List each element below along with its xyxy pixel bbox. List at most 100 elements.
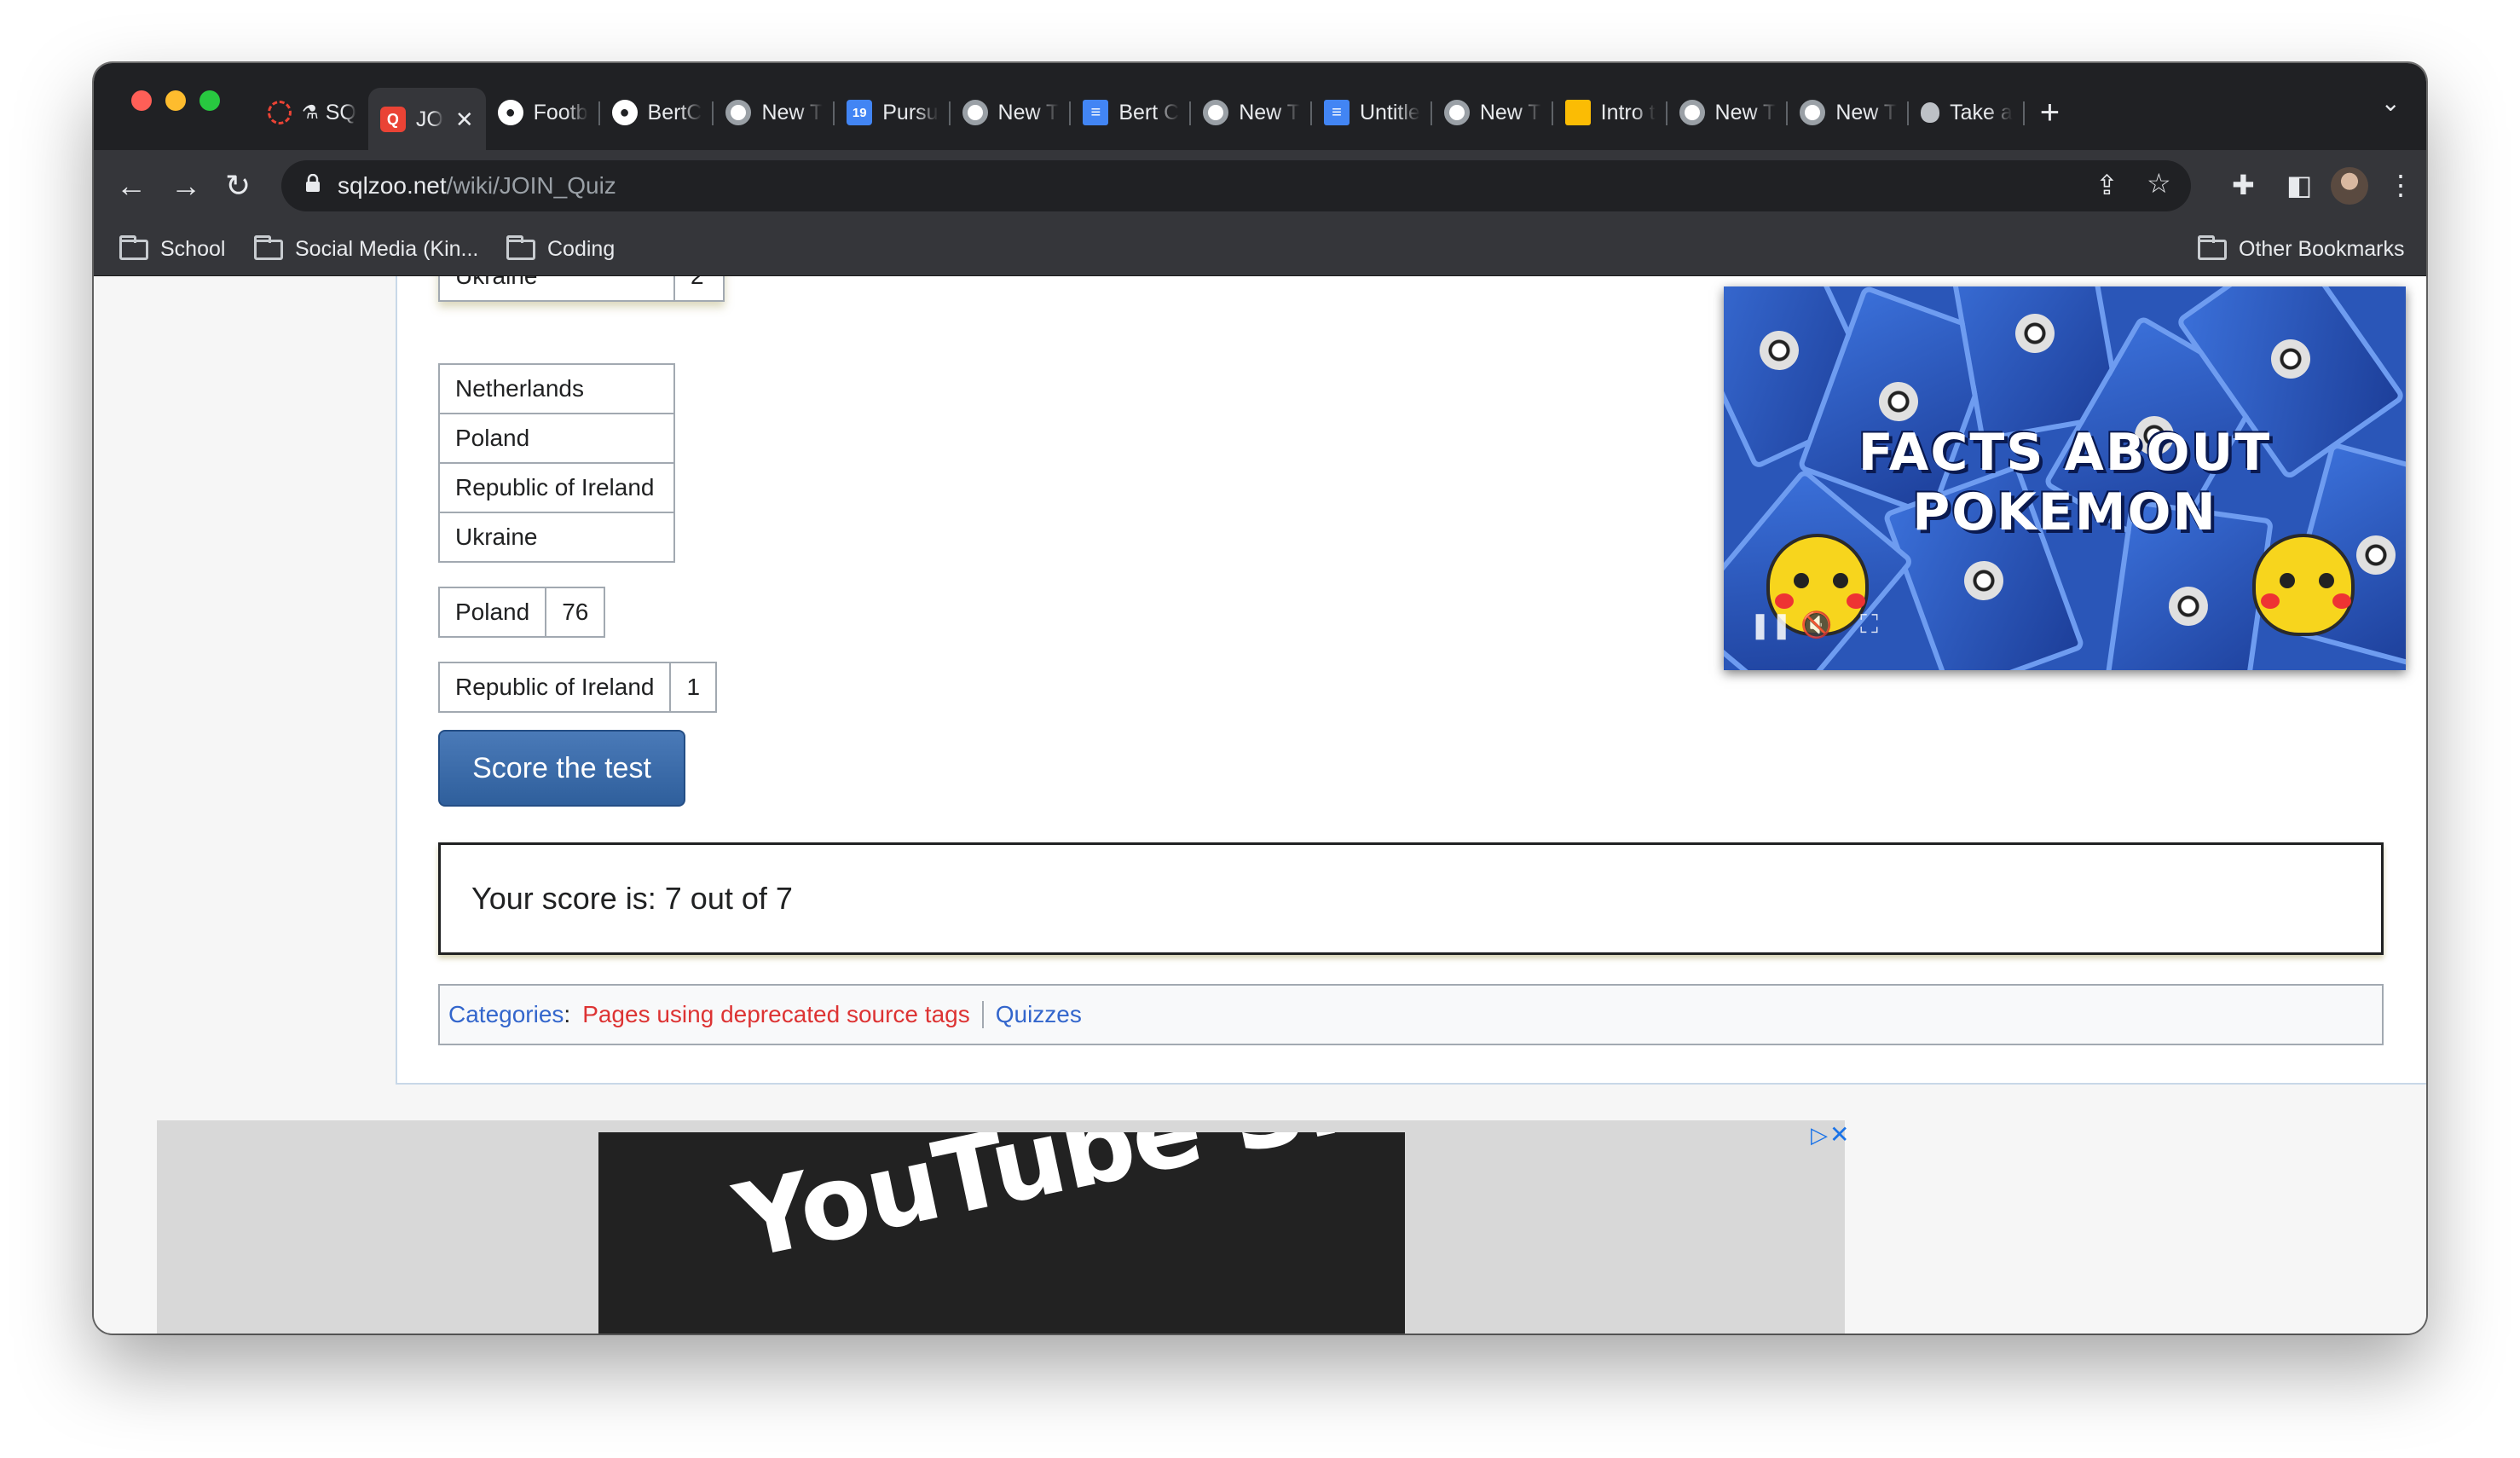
close-tab-icon[interactable]: ✕ xyxy=(455,107,474,133)
table-row: Poland xyxy=(438,413,675,464)
chrome-icon xyxy=(1679,100,1705,125)
chrome-icon xyxy=(962,100,988,125)
divider xyxy=(981,1001,984,1028)
tabs: ⚗ SQ Q JO ✕ ● Footb ● BertC New T 19 Pur… xyxy=(256,75,2060,151)
zoom-window-button[interactable] xyxy=(199,90,220,111)
category-deprecated-source-tags[interactable]: Pages using deprecated source tags xyxy=(582,1001,970,1028)
back-icon[interactable]: ← xyxy=(116,165,147,206)
table-row: Poland 76 xyxy=(437,587,606,638)
table-cell: 1 xyxy=(669,662,718,713)
github-icon: ● xyxy=(611,100,638,125)
forward-icon[interactable]: → xyxy=(171,165,201,206)
answer-table-previous: Ukraine 2 xyxy=(438,276,725,302)
category-links: Categories: Pages using deprecated sourc… xyxy=(438,984,2384,1045)
chrome-icon xyxy=(1800,100,1826,125)
tab-new-5[interactable]: New T xyxy=(1667,88,1789,137)
tab-join-quiz[interactable]: Q JO ✕ xyxy=(367,88,486,151)
calendar-icon: 19 xyxy=(847,100,873,125)
tab-take-a[interactable]: Take a xyxy=(1909,88,2025,137)
adchoices-icon[interactable]: ▷ xyxy=(1811,1122,1828,1148)
extensions-icon[interactable]: ✚ xyxy=(2232,169,2255,201)
ad-container: YouTube Shorts ▷ ✕ xyxy=(157,1120,1849,1334)
mute-icon[interactable]: 🔇 xyxy=(1800,610,1832,640)
ad-close-icon[interactable]: ✕ xyxy=(1829,1120,1849,1148)
tab-football[interactable]: ● Footb xyxy=(486,88,600,137)
bookmarks-bar: School Social Media (Kin... Coding Other… xyxy=(94,222,2426,276)
table-cell: Republic of Ireland xyxy=(438,462,675,513)
loading-icon xyxy=(268,101,292,124)
docs-icon: ≡ xyxy=(1323,100,1350,125)
chrome-icon xyxy=(1443,100,1470,125)
folder-icon xyxy=(2198,234,2227,260)
url-text: sqlzoo.net/wiki/JOIN_Quiz xyxy=(338,172,616,199)
tab-new-4[interactable]: New T xyxy=(1432,88,1553,137)
docs-icon: ≡ xyxy=(1083,100,1109,125)
table-cell: Poland xyxy=(437,587,547,638)
score-test-button[interactable]: Score the test xyxy=(438,730,685,807)
table-row: Ukraine xyxy=(438,512,675,563)
folder-icon xyxy=(506,234,535,260)
tab-new-2[interactable]: New T xyxy=(951,88,1072,137)
tab-bert-doc[interactable]: ≡ Bert C xyxy=(1071,88,1192,137)
slides-icon xyxy=(1564,100,1591,125)
folder-icon xyxy=(119,234,148,260)
tab-search-chevron-icon[interactable]: ⌄ xyxy=(2381,89,2401,117)
tab-new-6[interactable]: New T xyxy=(1788,88,1909,137)
table-row: Netherlands xyxy=(438,363,675,414)
bookmark-star-icon[interactable]: ☆ xyxy=(2147,167,2171,200)
colon: : xyxy=(564,1001,571,1027)
score-result: Your score is: 7 out of 7 xyxy=(438,842,2384,955)
lock-icon xyxy=(306,174,320,192)
toolbar: ← → ↻ sqlzoo.net/wiki/JOIN_Quiz ⇪ ☆ ✚ ◧ … xyxy=(94,150,2426,222)
browser-window: ⚗ SQ Q JO ✕ ● Footb ● BertC New T 19 Pur… xyxy=(94,63,2426,1334)
chrome-icon xyxy=(1203,100,1229,125)
avatar[interactable] xyxy=(2331,167,2368,205)
tab-new-1[interactable]: New T xyxy=(714,88,835,137)
page-content: Ukraine 2 Netherlands Poland Republic of… xyxy=(94,276,2426,1334)
ad-text: YouTube Shorts xyxy=(726,1132,1405,1282)
categories-link[interactable]: Categories xyxy=(448,1001,564,1028)
other-bookmarks[interactable]: Other Bookmarks xyxy=(2198,234,2405,262)
tab-untitled[interactable]: ≡ Untitle xyxy=(1312,88,1432,137)
answer-table-poland: Poland 76 xyxy=(437,587,606,638)
table-row: Republic of Ireland xyxy=(438,462,675,513)
bookmark-social-media[interactable]: Social Media (Kin... xyxy=(254,234,478,262)
apple-icon xyxy=(1921,102,1940,123)
side-panel-icon[interactable]: ◧ xyxy=(2286,169,2312,201)
tab-bertc[interactable]: ● BertC xyxy=(600,88,714,137)
minimize-window-button[interactable] xyxy=(165,90,186,111)
table-cell: Ukraine xyxy=(438,276,675,302)
microscope-icon: ⚗ xyxy=(302,101,319,123)
tab-intro[interactable]: Intro t xyxy=(1553,88,1667,137)
table-row: Republic of Ireland 1 xyxy=(437,662,718,713)
github-icon: ● xyxy=(497,100,523,125)
table-cell: Republic of Ireland xyxy=(437,662,672,713)
fullscreen-icon[interactable]: ⛶ xyxy=(1860,610,1878,639)
score-text: Your score is: 7 out of 7 xyxy=(471,881,793,916)
category-quizzes[interactable]: Quizzes xyxy=(996,1001,1082,1028)
pikachu-image xyxy=(2252,534,2355,636)
table-cell: Netherlands xyxy=(438,363,675,414)
close-window-button[interactable] xyxy=(131,90,152,111)
video-title: FACTS ABOUT POKEMON xyxy=(1858,423,2272,542)
folder-icon xyxy=(254,234,283,260)
new-tab-button[interactable]: + xyxy=(2040,95,2060,130)
chrome-icon xyxy=(725,100,752,125)
share-icon[interactable]: ⇪ xyxy=(2095,169,2118,201)
answer-table-ireland: Republic of Ireland 1 xyxy=(437,662,718,713)
tab-sq[interactable]: ⚗ SQ xyxy=(256,88,368,137)
tab-pursuit[interactable]: 19 Pursu xyxy=(835,88,951,137)
floating-video[interactable]: FACTS ABOUT POKEMON ❚❚ 🔇 ⛶ xyxy=(1724,286,2406,670)
bookmark-coding[interactable]: Coding xyxy=(506,234,615,262)
bookmark-school[interactable]: School xyxy=(119,234,225,262)
tab-new-3[interactable]: New T xyxy=(1191,88,1312,137)
menu-icon[interactable]: ⋮ xyxy=(2387,169,2414,201)
reload-icon[interactable]: ↻ xyxy=(225,165,251,206)
sqlzoo-icon: Q xyxy=(379,107,406,132)
ad-video[interactable]: YouTube Shorts xyxy=(598,1132,1405,1334)
table-cell: 2 xyxy=(673,276,725,302)
table-cell: 76 xyxy=(545,587,606,638)
pause-icon[interactable]: ❚❚ xyxy=(1749,610,1792,640)
table-cell: Ukraine xyxy=(438,512,675,563)
address-bar[interactable]: sqlzoo.net/wiki/JOIN_Quiz ⇪ ☆ xyxy=(281,160,2191,211)
